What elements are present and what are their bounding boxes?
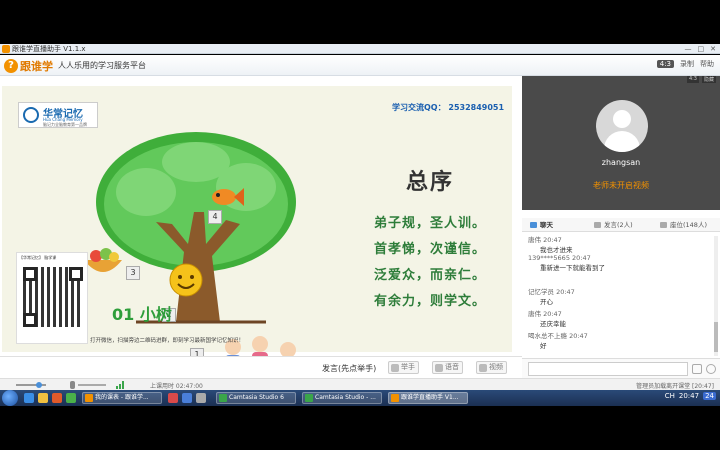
pinned-app-icon-2[interactable]: [182, 393, 192, 403]
side-panel: 4:3 隐藏 zhangsan 老师未开启视频 聊天 发言(2人) 座位(148…: [522, 76, 720, 378]
brand-name: 跟谁学: [20, 59, 53, 73]
app-logo-icon: [2, 45, 10, 53]
ie-icon[interactable]: [24, 393, 34, 403]
video-status: 老师未开启视频: [593, 181, 649, 190]
video-icon: [479, 364, 487, 372]
task-my-schedule[interactable]: 我的课表 - 跟谁学...: [82, 392, 162, 404]
chat-message: 记忆学员 20:47 开心: [528, 288, 575, 306]
status-message: 管理员加载离开课堂 [20:47]: [636, 383, 714, 390]
tab-speakers[interactable]: 发言(2人): [594, 220, 633, 230]
mic-icon: [594, 222, 601, 228]
side-tabs: 聊天 发言(2人) 座位(148人): [522, 218, 720, 232]
chat-message: 唐伟 20:47 还庆幸能: [528, 310, 566, 328]
brand-icon: ?: [4, 58, 18, 73]
window-titlebar: 跟谁学直播助手 V1.1.x — □ ✕: [0, 44, 720, 54]
minimize-button[interactable]: —: [685, 44, 692, 54]
chat-input[interactable]: [528, 362, 688, 376]
brand-logo: ? 跟谁学: [4, 57, 53, 74]
brand-circle-icon: [23, 107, 39, 123]
speak-label: 发言(先点举手): [322, 364, 377, 373]
input-method[interactable]: CH: [665, 392, 675, 400]
screen: 跟谁学直播助手 V1.1.x — □ ✕ ? 跟谁学 人人乐用的学习服务平台 4…: [0, 0, 720, 450]
number-label-4: 4: [208, 210, 222, 224]
letterbox-top: [0, 0, 720, 44]
verse-line-3: 泛爱众，而亲仁。: [374, 268, 487, 283]
video-hide-tag[interactable]: 隐藏: [701, 76, 716, 83]
teacher-name: zhangsan: [601, 158, 641, 167]
browser-icon[interactable]: [66, 393, 76, 403]
tab-seats[interactable]: 座位(148人): [660, 220, 707, 230]
avatar-body-icon: [604, 131, 640, 152]
courseware-stage: 华常记忆 Hua Chang Memory 脑记力全脑教育第一品牌 学习交流QQ…: [0, 76, 522, 394]
task-camtasia-6[interactable]: Camtasia Studio 6: [216, 392, 296, 404]
help-link[interactable]: 帮助: [700, 59, 714, 69]
slide-brand-tag: 脑记力全脑教育第一品牌: [43, 122, 87, 127]
status-bar: 上课用时 02:47:00 管理员加载离开课堂 [20:47]: [0, 378, 720, 390]
notification-badge[interactable]: 24: [703, 392, 716, 400]
number-label-3: 3: [126, 266, 140, 280]
speak-controls: 发言(先点举手) 举手 语音 视频: [0, 356, 522, 378]
chat-message: 139****5665 20:47 重新进一下就能看到了: [528, 254, 605, 272]
chat-icon: [530, 222, 537, 228]
slide-title: 总序: [406, 170, 455, 195]
qr-code-card: 【华常记忆】 脑学课: [16, 252, 88, 344]
app-header: ? 跟谁学 人人乐用的学习服务平台 4:3 录制 帮助: [0, 55, 720, 76]
avatar: [596, 100, 648, 152]
signal-icon: [116, 381, 126, 389]
video-ratio-tag[interactable]: 4:3: [686, 76, 699, 83]
window-title: 跟谁学直播助手 V1.1.x: [12, 45, 86, 53]
fruit-bowl-icon: [84, 248, 122, 272]
pinned-app-icon-3[interactable]: [196, 393, 206, 403]
windows-taskbar: 我的课表 - 跟谁学... Camtasia Studio 6 Camtasia…: [0, 390, 720, 406]
verse-line-2: 首孝悌，次谨信。: [374, 242, 487, 257]
mic-level-bar: [78, 384, 106, 386]
volume-knob-icon[interactable]: [36, 382, 42, 388]
maximize-button[interactable]: □: [698, 44, 705, 54]
close-button[interactable]: ✕: [710, 44, 716, 54]
player-icon[interactable]: [52, 393, 62, 403]
system-tray: CH 20:47 24: [665, 392, 716, 400]
tab-chat[interactable]: 聊天: [530, 220, 553, 230]
letterbox-bottom: [0, 406, 720, 450]
volume-slider[interactable]: [6, 382, 56, 388]
pinned-app-icon[interactable]: [168, 393, 178, 403]
chat-messages: 唐伟 20:47 我也才进来 139****5665 20:47 重新进一下就能…: [526, 234, 712, 358]
voice-icon: [435, 364, 443, 372]
fish-icon: [212, 188, 244, 206]
slide-brand-logo: 华常记忆 Hua Chang Memory 脑记力全脑教育第一品牌: [18, 102, 98, 128]
qr-code-image: [23, 267, 83, 327]
chat-message: 唐伟 20:47 我也才进来: [528, 236, 573, 254]
start-button[interactable]: [2, 390, 18, 406]
slide-footnote: 打开微信，扫描旁边二维码进群，即刻学习最新国学记忆知识！: [90, 338, 245, 344]
microphone-icon[interactable]: [70, 381, 75, 389]
record-link[interactable]: 录制: [680, 59, 694, 69]
folder-icon[interactable]: [38, 393, 48, 403]
emoji-icon[interactable]: [706, 364, 716, 374]
verse-line-4: 有余力，则学文。: [374, 294, 487, 309]
clock[interactable]: 20:47: [679, 392, 699, 400]
hand-icon: [391, 364, 399, 372]
tree-label: 01 小树: [112, 305, 172, 324]
class-time: 上课用时 02:47:00: [150, 383, 203, 390]
raise-hand-button[interactable]: 举手: [388, 361, 419, 374]
video-button[interactable]: 视频: [476, 361, 507, 374]
voice-button[interactable]: 语音: [432, 361, 463, 374]
contact-qq: 学习交流QQ： 2532849051: [392, 103, 505, 112]
verse-line-1: 弟子规，圣人训。: [374, 216, 487, 231]
brand-slogan: 人人乐用的学习服务平台: [58, 61, 146, 70]
task-camtasia-studio[interactable]: Camtasia Studio - ...: [302, 392, 382, 404]
send-icon[interactable]: [692, 364, 702, 374]
chat-scrollbar[interactable]: [714, 236, 718, 356]
teacher-video: 4:3 隐藏 zhangsan 老师未开启视频: [522, 76, 720, 210]
task-live-assistant[interactable]: 跟谁学直播助手 V1...: [388, 392, 468, 404]
avatar-head-icon: [613, 110, 631, 128]
aspect-ratio-button[interactable]: 4:3: [656, 60, 674, 68]
chat-input-row: [522, 358, 720, 378]
qr-header: 【华常记忆】 脑学课: [19, 255, 57, 260]
seat-icon: [660, 222, 667, 228]
chat-message: 喝水总不上瘾 20:47 好: [528, 332, 588, 350]
